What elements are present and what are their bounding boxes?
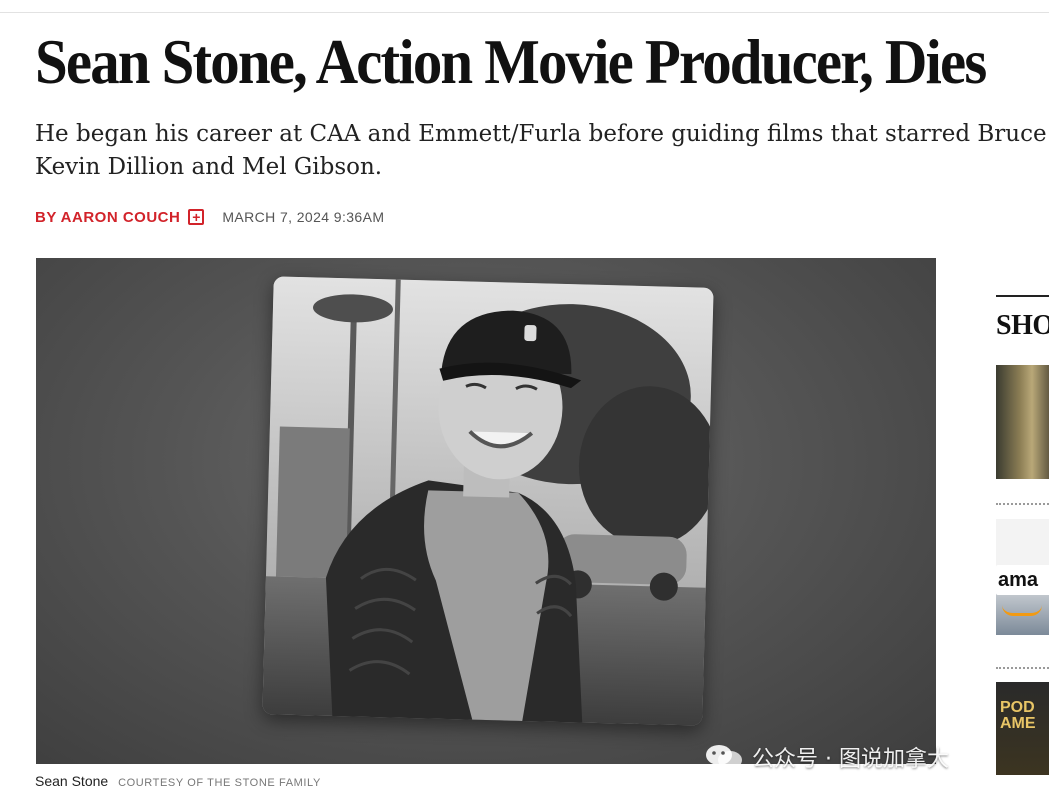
podcast-sign-line-2: AME [1000,715,1036,732]
author-link[interactable]: BY AARON COUCH [35,209,180,226]
amazon-logo-text: ama [996,565,1049,595]
dek-line-2: Kevin Dillion and Mel Gibson. [35,154,383,180]
plus-square-icon[interactable]: + [188,209,205,225]
sidebar-thumbnail-2[interactable]: ama [996,519,1049,635]
sidebar-title: SHO [996,310,1049,341]
wechat-icon [706,745,742,769]
podcast-sign-text: POD AME [1000,700,1036,732]
wechat-watermark: 公众号 · 图说加拿大 [704,741,949,773]
sidebar-thumbnail-3[interactable]: POD AME [996,682,1049,775]
photo-caption-line: Sean Stone COURTESY OF THE STONE FAMILY [35,773,321,789]
sidebar-rule [996,295,1049,297]
photo-caption: Sean Stone [35,773,109,789]
dek-line-1: He began his career at CAA and Emmett/Fu… [35,121,1047,147]
sidebar-divider-2 [996,667,1049,669]
podcast-sign-line-1: POD [1000,699,1035,716]
watermark-text: 公众号 · 图说加拿大 [752,747,949,772]
sidebar-thumbnail-1[interactable] [996,365,1049,479]
byline: BY AARON COUCH + MARCH 7, 2024 9:36AM [35,206,384,228]
portrait-photo [262,276,714,726]
article-dek: He began his career at CAA and Emmett/Fu… [35,118,1049,184]
article-headline: Sean Stone, Action Movie Producer, Dies [35,26,987,97]
publish-date: MARCH 7, 2024 9:36AM [222,209,385,225]
photo-credit: COURTESY OF THE STONE FAMILY [118,777,321,789]
sidebar-divider-1 [996,503,1049,505]
sidebar: SHO ama POD AME [996,295,1049,775]
portrait-illustration [262,276,714,726]
top-divider [0,12,1049,13]
amazon-smile-icon [1002,605,1042,616]
hero-image [36,258,936,764]
